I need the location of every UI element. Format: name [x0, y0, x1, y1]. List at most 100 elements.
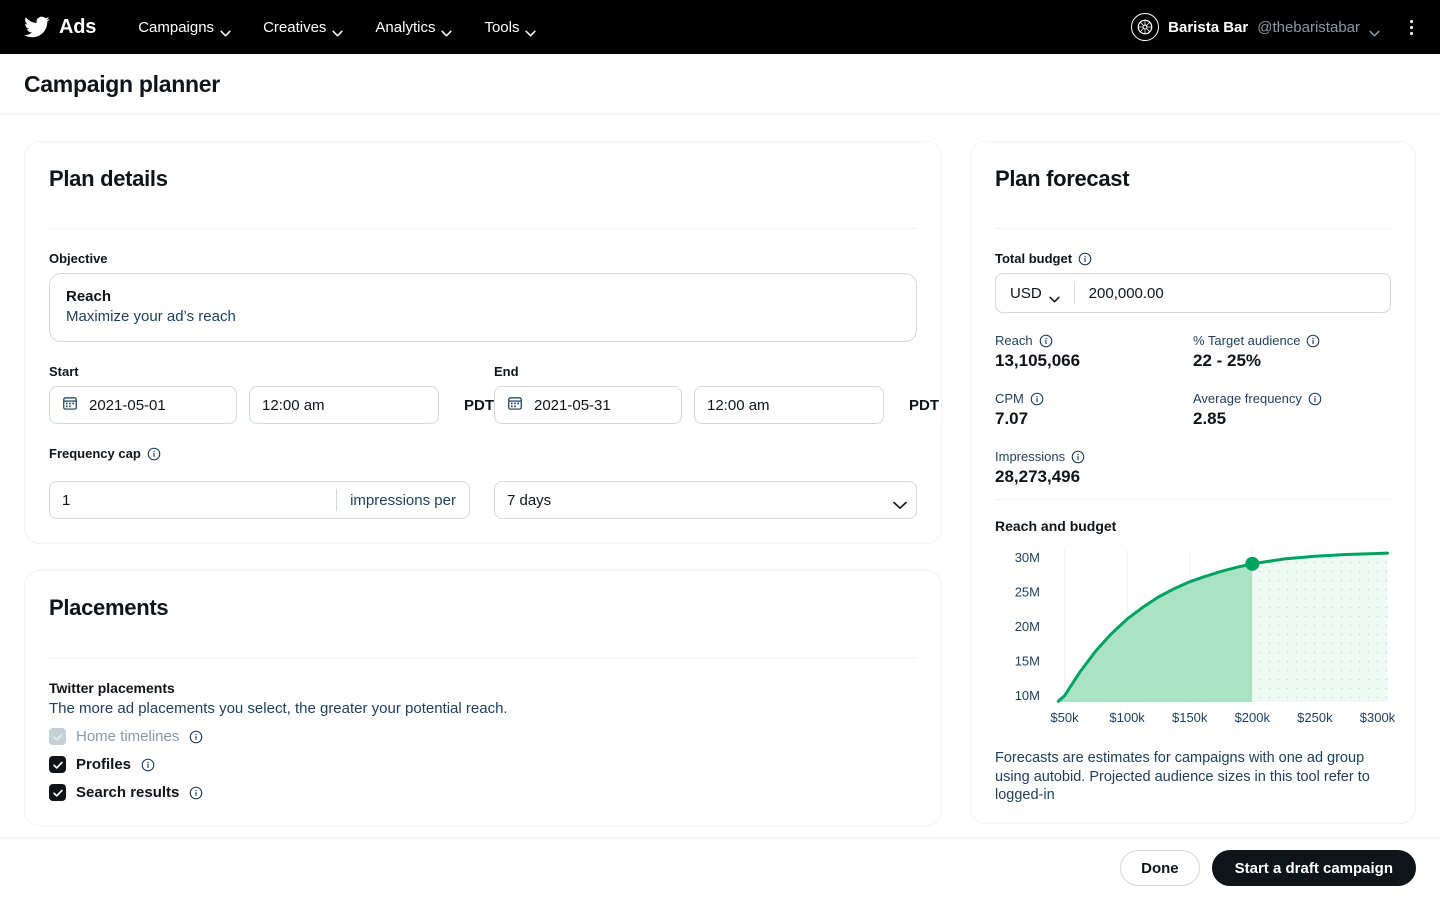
chart-x-axis-ticks: $50k $100k $150k $200k $250k $300k	[1050, 710, 1395, 725]
chevron-down-icon	[1049, 290, 1060, 302]
placements-title: Placements	[49, 595, 169, 620]
frequency-cap-period-value: 7 days	[506, 491, 552, 509]
metric-label-text: CPM	[995, 391, 1024, 406]
area-selected	[1058, 563, 1253, 702]
currency-select[interactable]: USD	[996, 282, 1075, 304]
info-icon[interactable]	[147, 447, 161, 461]
placement-label-search-results: Search results	[76, 784, 180, 801]
total-budget-label: Total budget	[995, 251, 1391, 266]
end-date-group: End 2021-05-31 12:00 am PDT	[494, 364, 939, 424]
y-tick-label: 20M	[1015, 619, 1040, 634]
info-icon[interactable]	[189, 786, 203, 800]
nav-item-campaigns[interactable]: Campaigns	[122, 11, 247, 44]
info-icon[interactable]	[1308, 392, 1322, 406]
nav-item-label: Analytics	[375, 18, 436, 36]
plan-forecast-title: Plan forecast	[995, 166, 1130, 191]
chart-areas	[1058, 553, 1388, 702]
brand-logo[interactable]: Ads	[24, 14, 96, 40]
nav-item-tools[interactable]: Tools	[468, 11, 552, 44]
start-date-group: Start 2021-05-01 12:00 am PDT	[49, 364, 494, 424]
metric-value: 2.85	[1193, 409, 1227, 428]
nav-item-analytics[interactable]: Analytics	[359, 11, 468, 44]
info-icon[interactable]	[1078, 252, 1092, 266]
twitter-placements-label: Twitter placements	[49, 680, 175, 696]
calendar-icon	[62, 395, 78, 415]
info-icon[interactable]	[1306, 334, 1320, 348]
page-title: Campaign planner	[24, 70, 220, 97]
chevron-down-icon	[893, 497, 907, 509]
done-button[interactable]: Done	[1120, 850, 1200, 886]
start-draft-campaign-button[interactable]: Start a draft campaign	[1211, 850, 1416, 886]
divider	[49, 657, 917, 658]
schedule-row: Start 2021-05-01 12:00 am PDT End 2021-0…	[49, 364, 939, 424]
x-tick-label: $150k	[1172, 710, 1208, 725]
chevron-down-icon	[332, 24, 344, 36]
objective-name: Reach	[66, 288, 112, 305]
info-icon[interactable]	[189, 730, 203, 744]
start-date-input[interactable]: 2021-05-01	[49, 386, 237, 424]
start-time-value: 12:00 am	[262, 396, 325, 414]
metric-label-text: Average frequency	[1193, 391, 1302, 406]
x-tick-label: $200k	[1235, 710, 1271, 725]
placements-card: Placements Twitter placements The more a…	[24, 570, 942, 826]
info-icon[interactable]	[1030, 392, 1044, 406]
metric-label-text: Reach	[995, 333, 1033, 348]
nav-item-creatives[interactable]: Creatives	[247, 11, 359, 44]
metric-label: Impressions	[995, 449, 1193, 464]
frequency-cap-field: Frequency cap 1 impressions per 7 days	[49, 446, 917, 519]
objective-description: Maximize your ad’s reach	[66, 308, 236, 325]
end-time-input[interactable]: 12:00 am	[694, 386, 884, 424]
metric-reach: Reach 13,105,066	[995, 333, 1193, 371]
frequency-cap-suffix: impressions per	[336, 489, 469, 511]
end-date-input[interactable]: 2021-05-31	[494, 386, 682, 424]
nav-item-label: Creatives	[263, 18, 327, 36]
placement-label-profiles: Profiles	[76, 756, 132, 773]
placement-option-profiles: Profiles	[49, 756, 917, 773]
chevron-down-icon	[441, 24, 453, 36]
twitter-placements-description: The more ad placements you select, the g…	[49, 700, 508, 717]
frequency-cap-period-select[interactable]: 7 days	[493, 481, 917, 519]
end-timezone: PDT	[909, 396, 939, 414]
metric-cpm: CPM 7.07	[995, 391, 1193, 429]
y-tick-label: 15M	[1015, 654, 1040, 669]
start-time-input[interactable]: 12:00 am	[249, 386, 439, 424]
account-handle: @thebaristabar	[1257, 18, 1360, 36]
objective-field: Objective Reach Maximize your ad’s reach	[49, 251, 917, 342]
kebab-dot	[1409, 25, 1413, 29]
account-switcher[interactable]: Barista Bar @thebaristabar	[1123, 7, 1388, 47]
calendar-icon	[507, 395, 523, 415]
primary-nav-items: Campaigns Creatives Analytics Tools	[122, 11, 552, 44]
chart-marker-point[interactable]	[1245, 556, 1260, 571]
right-column: Plan forecast Total budget USD 200,000.0…	[970, 141, 1416, 824]
info-icon[interactable]	[1071, 450, 1085, 464]
placement-option-search-results: Search results	[49, 784, 917, 801]
nav-item-label: Tools	[484, 18, 520, 36]
account-name: Barista Bar	[1168, 18, 1249, 36]
metric-value: 7.07	[995, 409, 1029, 428]
left-column: Plan details Objective Reach Maximize yo…	[24, 141, 942, 826]
total-budget-input[interactable]: USD 200,000.00	[995, 273, 1391, 313]
metric-value: 13,105,066	[995, 351, 1081, 370]
metric-impressions: Impressions 28,273,496	[995, 449, 1193, 487]
frequency-cap-number-input[interactable]: 1 impressions per	[49, 481, 470, 519]
forecast-footnote: Forecasts are estimates for campaigns wi…	[995, 750, 1370, 804]
chart-title: Reach and budget	[995, 518, 1117, 534]
kebab-dot	[1409, 19, 1413, 23]
metric-label: Reach	[995, 333, 1193, 348]
checkbox-home-timelines	[49, 728, 66, 745]
account-avatar-icon	[1131, 13, 1160, 41]
info-icon[interactable]	[1039, 334, 1053, 348]
check-icon	[52, 731, 64, 743]
checkbox-search-results[interactable]	[49, 784, 66, 801]
objective-selected-box[interactable]: Reach Maximize your ad’s reach	[49, 273, 917, 342]
kebab-menu-icon[interactable]	[1398, 14, 1424, 40]
plan-details-card: Plan details Objective Reach Maximize yo…	[24, 141, 942, 544]
checkbox-profiles[interactable]	[49, 756, 66, 773]
metric-label-text: Impressions	[995, 449, 1066, 464]
chevron-down-icon	[525, 24, 537, 36]
page-header: Campaign planner	[0, 54, 1440, 115]
info-icon[interactable]	[141, 758, 155, 772]
kebab-dot	[1409, 31, 1413, 35]
metric-label: % Target audience	[1193, 333, 1391, 348]
placement-option-home-timelines: Home timelines	[49, 728, 917, 745]
